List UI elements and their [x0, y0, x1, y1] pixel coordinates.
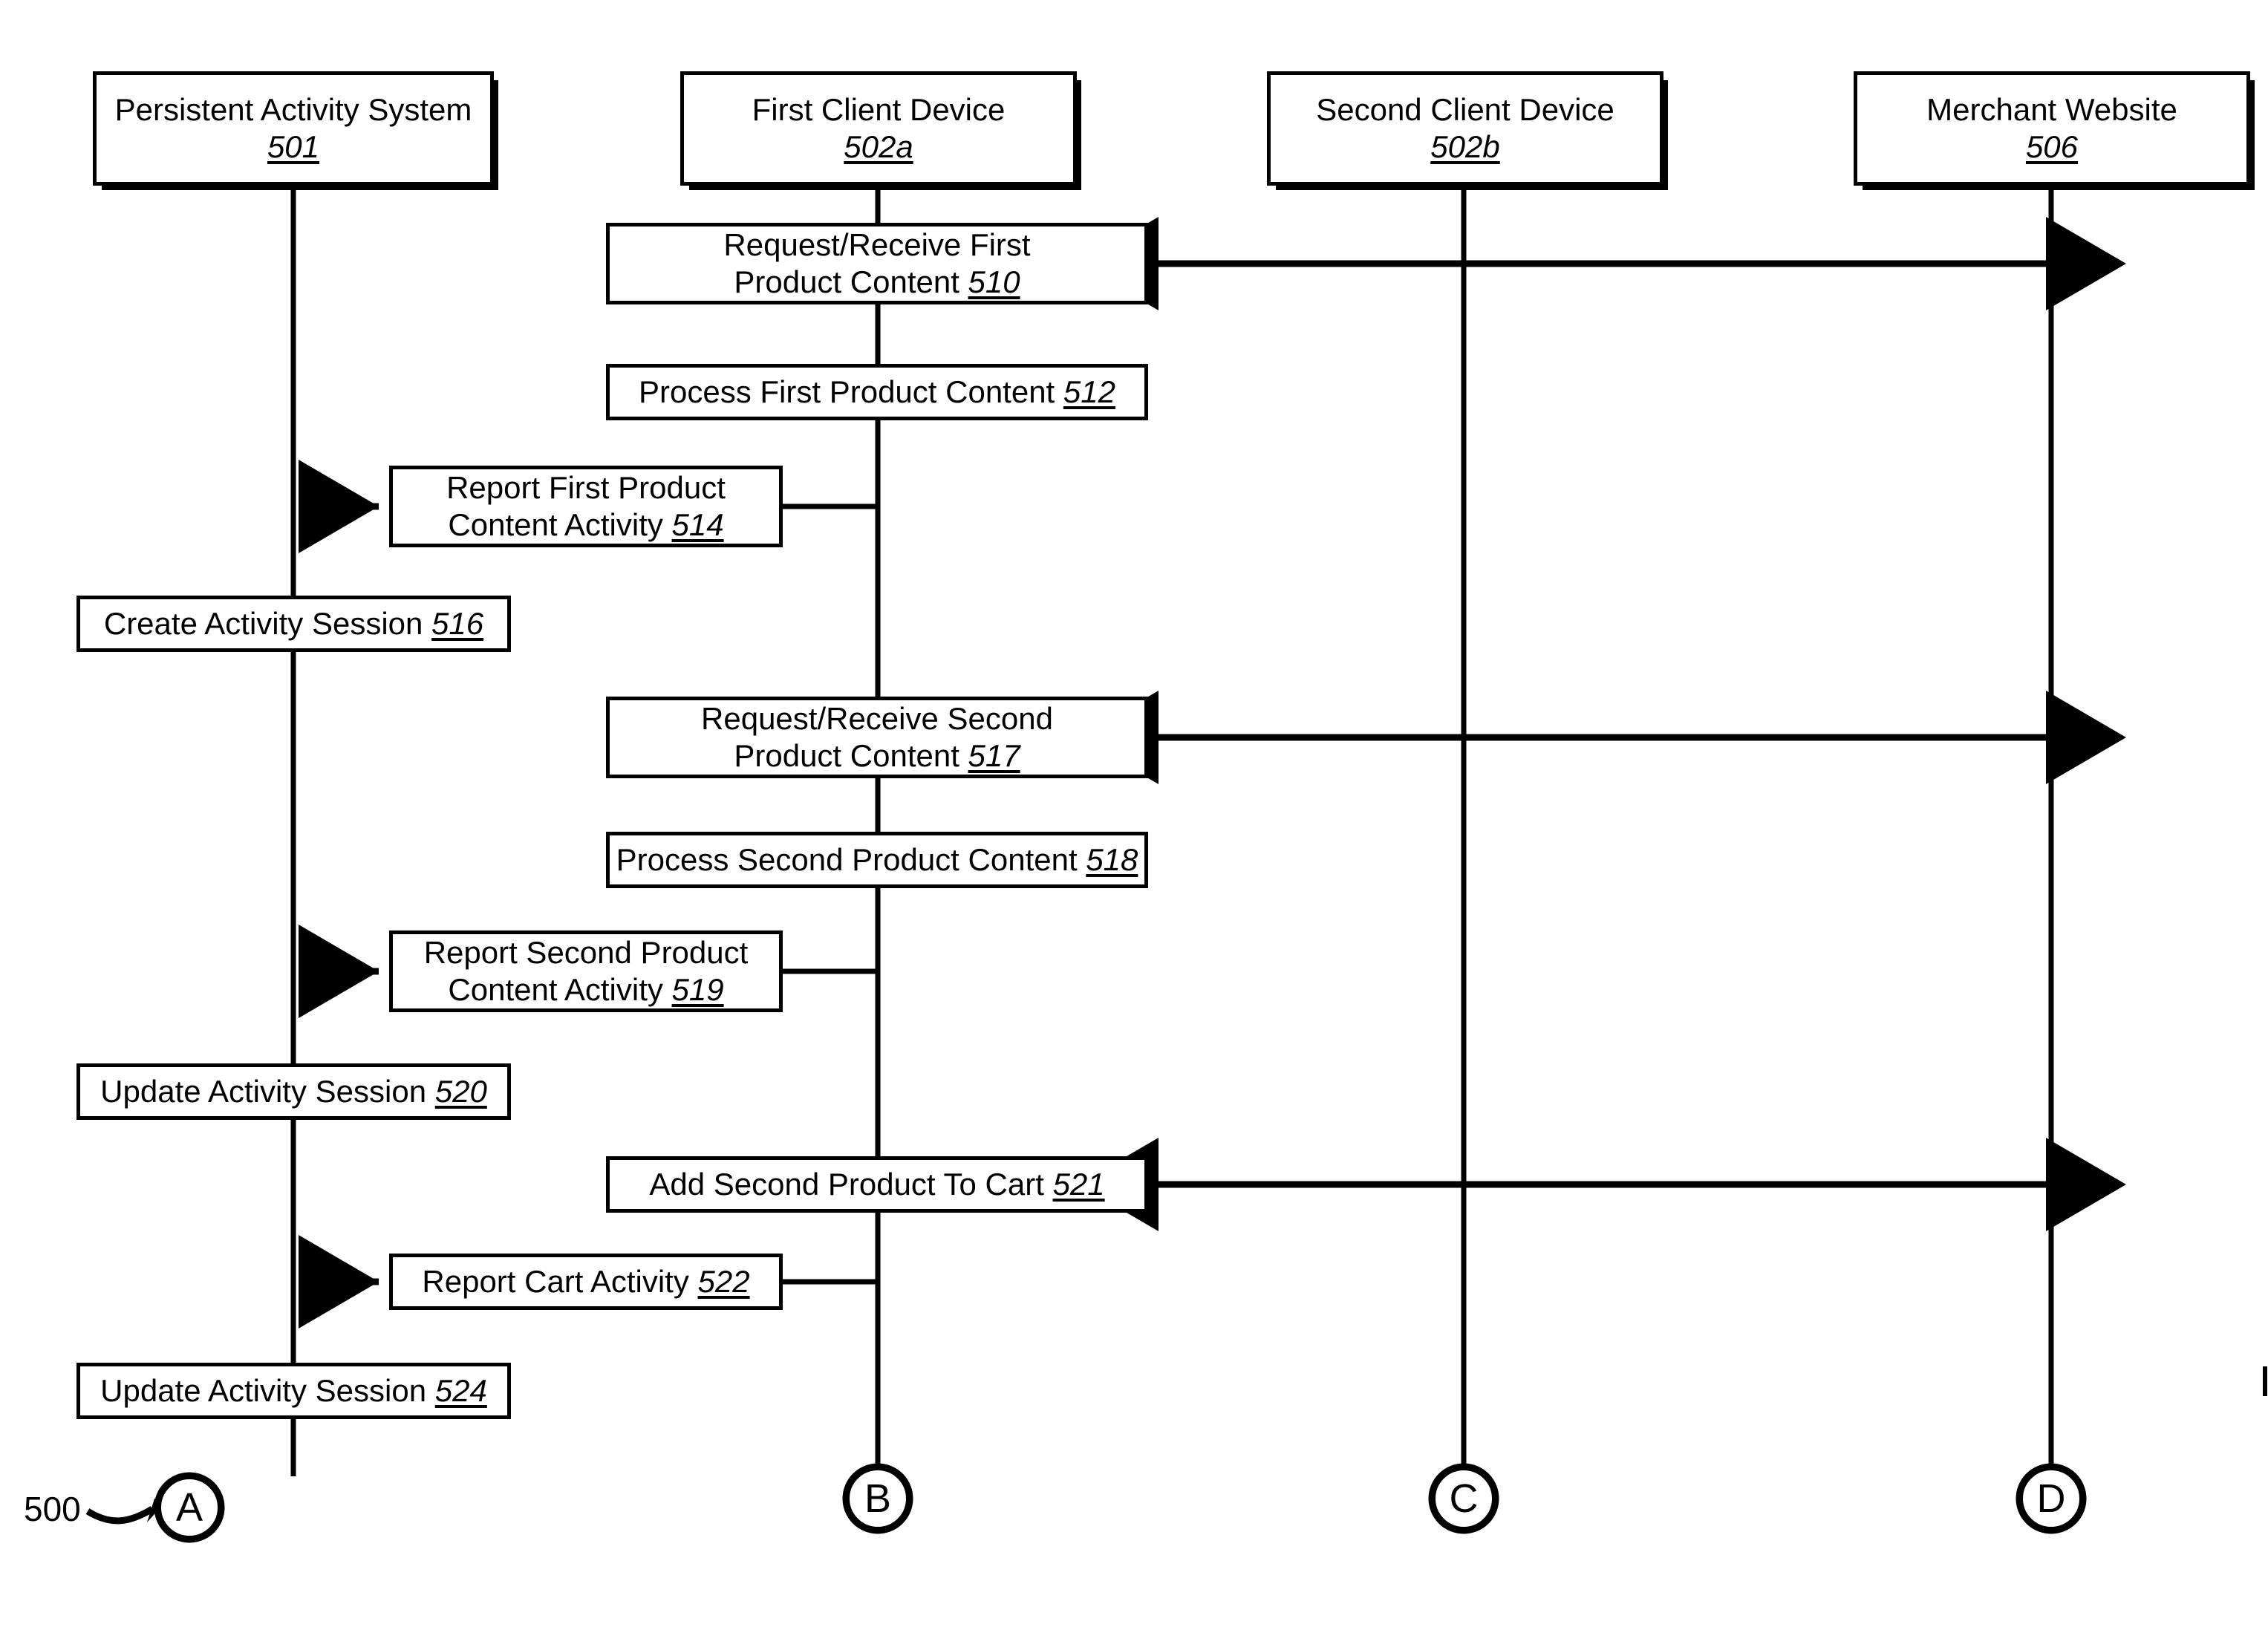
step-box-report-first-product-content-activity[interactable]: Report First Product Content Activity 51…	[389, 466, 783, 547]
lifeline-ref-c: 502b	[1430, 129, 1500, 164]
lifeline-title-d: Merchant Website	[1926, 92, 2177, 128]
step-box-process-second-product-content[interactable]: Process Second Product Content 518	[606, 832, 1148, 888]
step-510-line-1: Request/Receive First	[723, 227, 1031, 263]
lifeline-ref-a: 501	[267, 129, 320, 164]
lifeline-header-second-client-device[interactable]: Second Client Device 502b	[1267, 71, 1663, 186]
step-519-ref: 519	[671, 972, 724, 1007]
step-516-line-1: Create Activity Session 516	[103, 606, 484, 642]
step-box-create-activity-session[interactable]: Create Activity Session 516	[76, 596, 511, 652]
step-517-line-1: Request/Receive Second	[701, 701, 1053, 737]
terminator-d-label: D	[2036, 1476, 2066, 1521]
terminator-c-label: C	[1449, 1476, 1479, 1521]
step-514-line-1: Report First Product	[446, 470, 726, 506]
step-524-ref: 524	[434, 1373, 487, 1409]
terminator-a-label: A	[175, 1485, 203, 1530]
step-box-report-cart-activity[interactable]: Report Cart Activity 522	[389, 1254, 783, 1310]
lifeline-title-c: Second Client Device	[1316, 92, 1614, 128]
step-512-ref: 512	[1063, 374, 1115, 410]
step-520-line-1: Update Activity Session 520	[100, 1074, 487, 1109]
step-box-report-second-product-content-activity[interactable]: Report Second Product Content Activity 5…	[389, 930, 783, 1012]
step-514-ref: 514	[671, 507, 724, 542]
terminator-b-label: B	[864, 1476, 892, 1521]
step-516-ref: 516	[431, 606, 484, 642]
step-518-ref: 518	[1086, 842, 1138, 878]
terminator-b[interactable]: B	[845, 1466, 910, 1531]
step-518-line-1: Process Second Product Content 518	[616, 842, 1138, 878]
step-box-request-receive-second-product-content[interactable]: Request/Receive Second Product Content 5…	[606, 697, 1148, 778]
step-box-update-activity-session-524[interactable]: Update Activity Session 524	[76, 1363, 511, 1419]
step-box-process-first-product-content[interactable]: Process First Product Content 512	[606, 364, 1148, 420]
step-521-line-1: Add Second Product To Cart 521	[649, 1167, 1105, 1202]
step-522-line-1: Report Cart Activity 522	[422, 1264, 750, 1300]
step-box-add-second-product-to-cart[interactable]: Add Second Product To Cart 521	[606, 1156, 1148, 1213]
step-522-ref: 522	[697, 1264, 750, 1300]
terminator-d[interactable]: D	[2018, 1466, 2084, 1531]
figure-leader	[85, 1506, 154, 1525]
step-521-ref: 521	[1052, 1167, 1105, 1202]
step-517-line-2: Product Content 517	[734, 738, 1020, 773]
lifeline-ref-b: 502a	[844, 129, 913, 164]
step-524-line-1: Update Activity Session 524	[100, 1373, 487, 1409]
lifeline-header-merchant-website[interactable]: Merchant Website 506	[1854, 71, 2250, 186]
step-510-line-2: Product Content 510	[734, 264, 1020, 299]
lifeline-ref-d: 506	[2025, 129, 2079, 164]
step-517-ref: 517	[968, 738, 1020, 773]
lifeline-header-persistent-activity-system[interactable]: Persistent Activity System 501	[93, 71, 494, 186]
lifeline-title-b: First Client Device	[752, 92, 1006, 128]
terminator-c[interactable]: C	[1431, 1466, 1496, 1531]
step-520-ref: 520	[434, 1074, 487, 1109]
step-box-update-activity-session-520[interactable]: Update Activity Session 520	[76, 1063, 511, 1120]
terminator-circles	[154, 1463, 2087, 1543]
lifeline-title-a: Persistent Activity System	[114, 92, 472, 128]
figure-number-label: 500	[24, 1490, 81, 1528]
patent-figure-500: Persistent Activity System 501 First Cli…	[0, 0, 2268, 1633]
step-519-line-2: Content Activity 519	[448, 972, 724, 1007]
step-510-ref: 510	[968, 264, 1020, 299]
step-514-line-2: Content Activity 514	[448, 507, 724, 542]
lifeline-header-first-client-device[interactable]: First Client Device 502a	[680, 71, 1077, 186]
step-box-request-receive-first-product-content[interactable]: Request/Receive First Product Content 51…	[606, 223, 1148, 304]
step-512-line-1: Process First Product Content 512	[639, 374, 1115, 410]
terminator-a[interactable]: A	[157, 1475, 222, 1540]
step-519-line-1: Report Second Product	[423, 935, 749, 971]
